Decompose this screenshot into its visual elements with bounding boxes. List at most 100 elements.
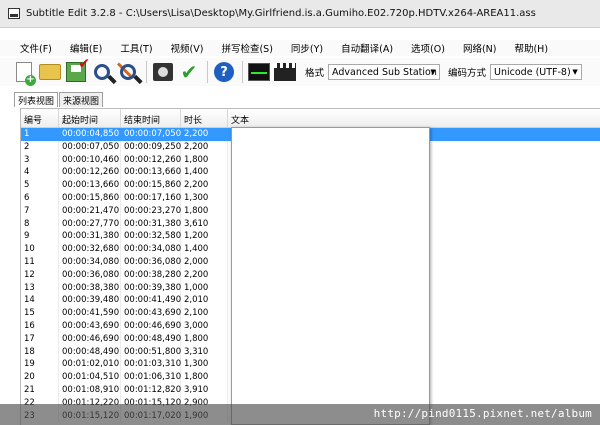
table-cell: 6 [21, 191, 59, 205]
table-cell: 1,800 [181, 332, 228, 346]
table-cell: 7 [21, 204, 59, 218]
find-button[interactable] [90, 60, 114, 84]
video-button[interactable] [273, 60, 297, 84]
menu-video[interactable]: 视频(V) [169, 40, 206, 56]
format-select[interactable]: Advanced Sub Station ▼ [328, 64, 441, 80]
encoding-select[interactable]: Unicode (UTF-8) ▼ [490, 64, 583, 80]
table-cell: 2,200 [181, 179, 228, 192]
tab-source-view[interactable]: 来源视图 [59, 92, 104, 107]
waveform-button[interactable] [247, 60, 271, 84]
new-button[interactable] [12, 60, 36, 86]
table-cell: 00:00:12,260 [59, 166, 121, 180]
table-cell: 1,200 [181, 230, 228, 244]
toolbar-separator [207, 61, 208, 83]
open-video-icon [153, 63, 173, 81]
table-cell: 2,200 [181, 128, 228, 141]
menu-network[interactable]: 网络(N) [461, 40, 499, 56]
table-cell: 2,200 [181, 268, 228, 282]
table-cell: 00:00:48,490 [59, 345, 121, 359]
table-cell: 5 [21, 179, 59, 192]
replace-button[interactable] [116, 60, 140, 84]
table-cell: 15 [21, 307, 59, 320]
new-file-icon [16, 62, 36, 86]
table-cell: 3,000 [181, 319, 228, 333]
table-cell: 3,310 [181, 345, 228, 359]
open-button[interactable] [38, 60, 62, 84]
spellcheck-button[interactable]: ✔ [177, 60, 201, 84]
format-value: Advanced Sub Station [332, 66, 437, 78]
table-cell: 1,400 [181, 243, 228, 256]
save-button[interactable]: ✔ [64, 56, 90, 84]
menu-sync[interactable]: 同步(Y) [289, 40, 325, 56]
table-cell: 1,300 [181, 191, 228, 205]
table-cell: 00:00:36,080 [121, 255, 181, 269]
table-cell: 00:00:13,660 [121, 166, 181, 180]
table-cell: 00:00:34,080 [59, 255, 121, 269]
table-cell: 8 [21, 217, 59, 231]
title-bar: Subtitle Edit 3.2.8 - C:\Users\Lisa\Desk… [0, 0, 600, 28]
header-number[interactable]: 编号 [21, 109, 59, 127]
open-folder-icon [39, 64, 61, 80]
table-cell: 00:01:04,510 [59, 371, 121, 384]
menu-auto-translate[interactable]: 自动翻译(A) [339, 40, 395, 56]
header-end-time[interactable]: 结束时间 [121, 109, 181, 127]
menu-spellcheck[interactable]: 拼写检查(S) [219, 40, 274, 56]
table-cell: 1,000 [181, 281, 228, 295]
tab-list-view[interactable]: 列表视图 [14, 92, 59, 107]
table-cell: 00:00:23,270 [121, 204, 181, 218]
replace-icon [120, 64, 136, 80]
menu-file[interactable]: 文件(F) [18, 40, 54, 56]
header-start-time[interactable]: 起始时间 [59, 109, 121, 127]
menu-options[interactable]: 选项(O) [409, 40, 447, 56]
table-cell: 00:00:27,770 [59, 217, 121, 231]
table-cell: 00:00:39,480 [59, 294, 121, 308]
table-cell: 00:00:07,050 [59, 140, 121, 154]
window-title: Subtitle Edit 3.2.8 - C:\Users\Lisa\Desk… [26, 8, 536, 19]
table-cell: 00:00:07,050 [121, 128, 181, 141]
find-icon [94, 64, 110, 80]
table-cell: 00:00:48,490 [121, 332, 181, 346]
table-cell: 1,800 [181, 153, 228, 167]
view-tabs: 列表视图 来源视图 [14, 92, 104, 107]
menu-edit[interactable]: 编辑(E) [68, 40, 104, 56]
table-cell: 00:00:39,380 [121, 281, 181, 295]
table-cell: 00:00:04,850 [59, 128, 121, 141]
table-cell: 2,000 [181, 255, 228, 269]
table-header: 编号 起始时间 结束时间 时长 文本 [21, 109, 600, 128]
table-cell: 1,400 [181, 166, 228, 180]
chevron-down-icon: ▼ [572, 68, 578, 76]
table-cell: 1,300 [181, 358, 228, 372]
table-cell: 00:01:03,310 [121, 358, 181, 372]
table-cell: 2,010 [181, 294, 228, 308]
table-cell: 18 [21, 345, 59, 359]
toolbar-separator [146, 61, 147, 83]
table-cell: 3,610 [181, 217, 228, 231]
header-text[interactable]: 文本 [228, 109, 600, 127]
menu-bar: 文件(F) 编辑(E) 工具(T) 视频(V) 拼写检查(S) 同步(Y) 自动… [0, 40, 600, 56]
video-clapper-icon [274, 63, 296, 81]
app-icon [8, 8, 20, 19]
table-cell: 00:01:12,820 [121, 383, 181, 397]
toolbar-separator [242, 61, 243, 83]
table-cell: 00:00:32,680 [59, 243, 121, 256]
table-cell: 10 [21, 243, 59, 256]
table-cell: 00:00:34,080 [121, 243, 181, 256]
table-cell: 00:00:38,380 [59, 281, 121, 295]
table-cell: 1,800 [181, 204, 228, 218]
menu-help[interactable]: 帮助(H) [512, 40, 550, 56]
menu-tools[interactable]: 工具(T) [118, 40, 154, 56]
table-cell: 00:01:02,010 [59, 358, 121, 372]
header-duration[interactable]: 时长 [181, 109, 228, 127]
table-cell: 00:00:17,160 [121, 191, 181, 205]
open-video-button[interactable] [151, 60, 175, 84]
blank-overlay-panel [231, 127, 430, 425]
help-button[interactable]: ? [212, 60, 236, 84]
table-cell: 3 [21, 153, 59, 167]
table-cell: 00:00:21,470 [59, 204, 121, 218]
table-cell: 13 [21, 281, 59, 295]
checkmark-icon: ✔ [78, 56, 90, 72]
table-cell: 21 [21, 383, 59, 397]
table-cell: 9 [21, 230, 59, 244]
table-cell: 00:00:43,690 [59, 319, 121, 333]
table-cell: 00:00:31,380 [121, 217, 181, 231]
